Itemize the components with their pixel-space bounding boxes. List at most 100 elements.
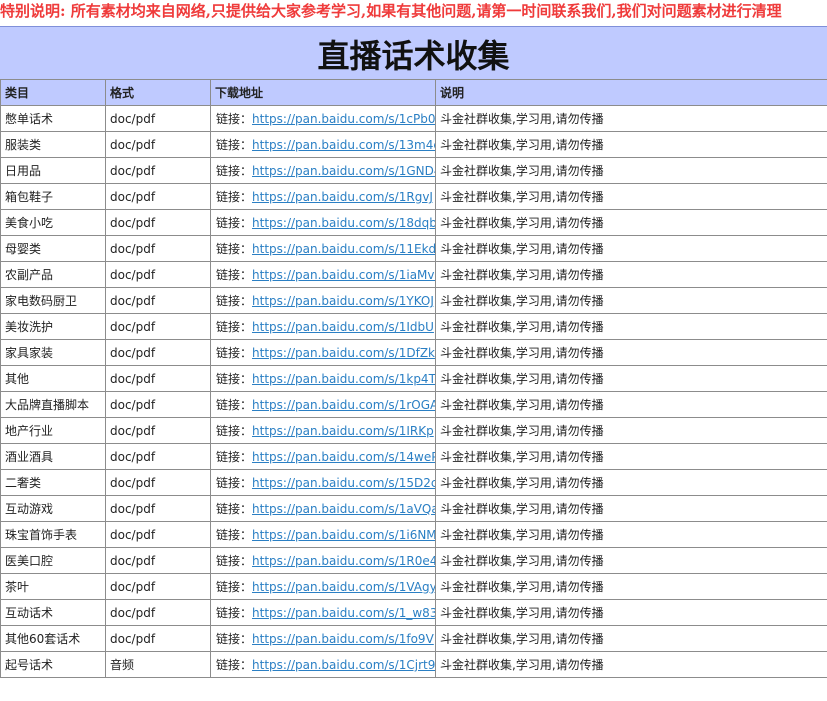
cell-note: 斗金社群收集,学习用,请勿传播 [435,417,827,444]
cell-download: 链接：https://pan.baidu.com/s/1Cjrt9 [210,651,436,678]
cell-category: 起号话术 [0,651,106,678]
link-label: 链接： [216,320,253,334]
cell-download: 链接：https://pan.baidu.com/s/18dqb [210,209,436,236]
cell-download: 链接：https://pan.baidu.com/s/1i6NM [210,521,436,548]
download-link[interactable]: https://pan.baidu.com/s/1YKOJ [252,294,434,308]
link-label: 链接： [216,398,253,412]
download-link[interactable]: https://pan.baidu.com/s/1RgvJ [252,190,433,204]
cell-format: doc/pdf [105,183,211,210]
cell-category: 珠宝首饰手表 [0,521,106,548]
link-label: 链接： [216,424,253,438]
table-row: 酒业酒具 doc/pdf 链接：https://pan.baidu.com/s/14… [0,443,827,470]
cell-download: 链接：https://pan.baidu.com/s/1GND4 [210,157,436,184]
download-link[interactable]: https://pan.baidu.com/s/1DfZk [252,346,434,360]
link-label: 链接： [216,294,253,308]
cell-category: 茶叶 [0,573,106,600]
download-link[interactable]: https://pan.baidu.com/s/1fo9V [252,632,434,646]
cell-download: 链接：https://pan.baidu.com/s/1fo9V [210,625,436,652]
cell-note: 斗金社群收集,学习用,请勿传播 [435,599,827,626]
link-label: 链接： [216,268,253,282]
table-row: 母婴类 doc/pdf 链接：https://pan.baidu.com/s/11E… [0,235,827,262]
page-title: 直播话术收集 [317,36,510,75]
resource-table: 类目 格式 下载地址 说明 憋单话术 doc/pdf 链接：https://pan.… [0,79,827,678]
table-row: 美食小吃 doc/pdf 链接：https://pan.baidu.com/s/18… [0,209,827,236]
cell-download: 链接：https://pan.baidu.com/s/1aVQa [210,495,436,522]
table-row: 箱包鞋子 doc/pdf 链接：https://pan.baidu.com/s/1R… [0,183,827,210]
cell-download: 链接：https://pan.baidu.com/s/13m4c [210,131,436,158]
download-link[interactable]: https://pan.baidu.com/s/1IdbU [252,320,434,334]
cell-category: 家电数码厨卫 [0,287,106,314]
download-link[interactable]: https://pan.baidu.com/s/1_w83 [252,606,434,620]
table-row: 其他 doc/pdf 链接：https://pan.baidu.com/s/1kp4… [0,365,827,392]
download-link[interactable]: https://pan.baidu.com/s/18dqb [252,216,434,230]
cell-format: doc/pdf [105,235,211,262]
download-link[interactable]: https://pan.baidu.com/s/1R0e4 [252,554,434,568]
download-link[interactable]: https://pan.baidu.com/s/1VAgy [252,580,434,594]
cell-format: doc/pdf [105,287,211,314]
cell-category: 憋单话术 [0,105,106,132]
cell-format: doc/pdf [105,469,211,496]
table-row: 互动游戏 doc/pdf 链接：https://pan.baidu.com/s/1a… [0,495,827,522]
cell-category: 互动游戏 [0,495,106,522]
column-header-note: 说明 [435,79,827,106]
table-row: 地产行业 doc/pdf 链接：https://pan.baidu.com/s/1I… [0,417,827,444]
link-label: 链接： [216,138,253,152]
table-row: 日用品 doc/pdf 链接：https://pan.baidu.com/s/1GN… [0,157,827,184]
download-link[interactable]: https://pan.baidu.com/s/1cPb0 [252,112,434,126]
page-title-bar: 直播话术收集 [0,26,827,80]
download-link[interactable]: https://pan.baidu.com/s/1iaMvi [252,268,434,282]
download-link[interactable]: https://pan.baidu.com/s/1aVQa [252,502,434,516]
cell-format: doc/pdf [105,209,211,236]
download-link[interactable]: https://pan.baidu.com/s/14weP [252,450,434,464]
cell-format: doc/pdf [105,599,211,626]
cell-category: 二奢类 [0,469,106,496]
download-link[interactable]: https://pan.baidu.com/s/1IRKp [252,424,434,438]
cell-format: doc/pdf [105,261,211,288]
link-label: 链接： [216,606,253,620]
cell-download: 链接：https://pan.baidu.com/s/1IRKp [210,417,436,444]
cell-format: doc/pdf [105,339,211,366]
cell-category: 母婴类 [0,235,106,262]
table-row: 二奢类 doc/pdf 链接：https://pan.baidu.com/s/15D… [0,469,827,496]
link-label: 链接： [216,476,253,490]
cell-format: doc/pdf [105,131,211,158]
download-link[interactable]: https://pan.baidu.com/s/1kp4T [252,372,434,386]
table-row: 憋单话术 doc/pdf 链接：https://pan.baidu.com/s/1c… [0,105,827,132]
link-label: 链接： [216,242,253,256]
cell-note: 斗金社群收集,学习用,请勿传播 [435,365,827,392]
cell-note: 斗金社群收集,学习用,请勿传播 [435,209,827,236]
table-row: 大品牌直播脚本 doc/pdf 链接：https://pan.baidu.com/s… [0,391,827,418]
download-link[interactable]: https://pan.baidu.com/s/15D2c [252,476,434,490]
cell-category: 其他 [0,365,106,392]
cell-download: 链接：https://pan.baidu.com/s/1VAgy [210,573,436,600]
download-link[interactable]: https://pan.baidu.com/s/11Ekd [252,242,434,256]
cell-download: 链接：https://pan.baidu.com/s/14weP [210,443,436,470]
download-link[interactable]: https://pan.baidu.com/s/1i6NM [252,528,434,542]
cell-download: 链接：https://pan.baidu.com/s/1R0e4 [210,547,436,574]
table-row: 家具家装 doc/pdf 链接：https://pan.baidu.com/s/1D… [0,339,827,366]
link-label: 链接： [216,554,253,568]
cell-format: doc/pdf [105,157,211,184]
table-row: 美妆洗护 doc/pdf 链接：https://pan.baidu.com/s/1I… [0,313,827,340]
cell-download: 链接：https://pan.baidu.com/s/1iaMvi [210,261,436,288]
download-link[interactable]: https://pan.baidu.com/s/13m4c [252,138,434,152]
cell-format: doc/pdf [105,443,211,470]
link-label: 链接： [216,346,253,360]
cell-download: 链接：https://pan.baidu.com/s/1rOGA [210,391,436,418]
cell-download: 链接：https://pan.baidu.com/s/15D2c [210,469,436,496]
cell-note: 斗金社群收集,学习用,请勿传播 [435,469,827,496]
download-link[interactable]: https://pan.baidu.com/s/1GND4 [252,164,434,178]
link-label: 链接： [216,632,253,646]
cell-download: 链接：https://pan.baidu.com/s/1YKOJ [210,287,436,314]
table-row: 医美口腔 doc/pdf 链接：https://pan.baidu.com/s/1R… [0,547,827,574]
cell-format: doc/pdf [105,625,211,652]
download-link[interactable]: https://pan.baidu.com/s/1Cjrt9 [252,658,434,672]
download-link[interactable]: https://pan.baidu.com/s/1rOGA [252,398,434,412]
cell-note: 斗金社群收集,学习用,请勿传播 [435,547,827,574]
cell-note: 斗金社群收集,学习用,请勿传播 [435,313,827,340]
cell-category: 互动话术 [0,599,106,626]
cell-note: 斗金社群收集,学习用,请勿传播 [435,573,827,600]
cell-note: 斗金社群收集,学习用,请勿传播 [435,157,827,184]
cell-category: 地产行业 [0,417,106,444]
table-row: 茶叶 doc/pdf 链接：https://pan.baidu.com/s/1VAg… [0,573,827,600]
